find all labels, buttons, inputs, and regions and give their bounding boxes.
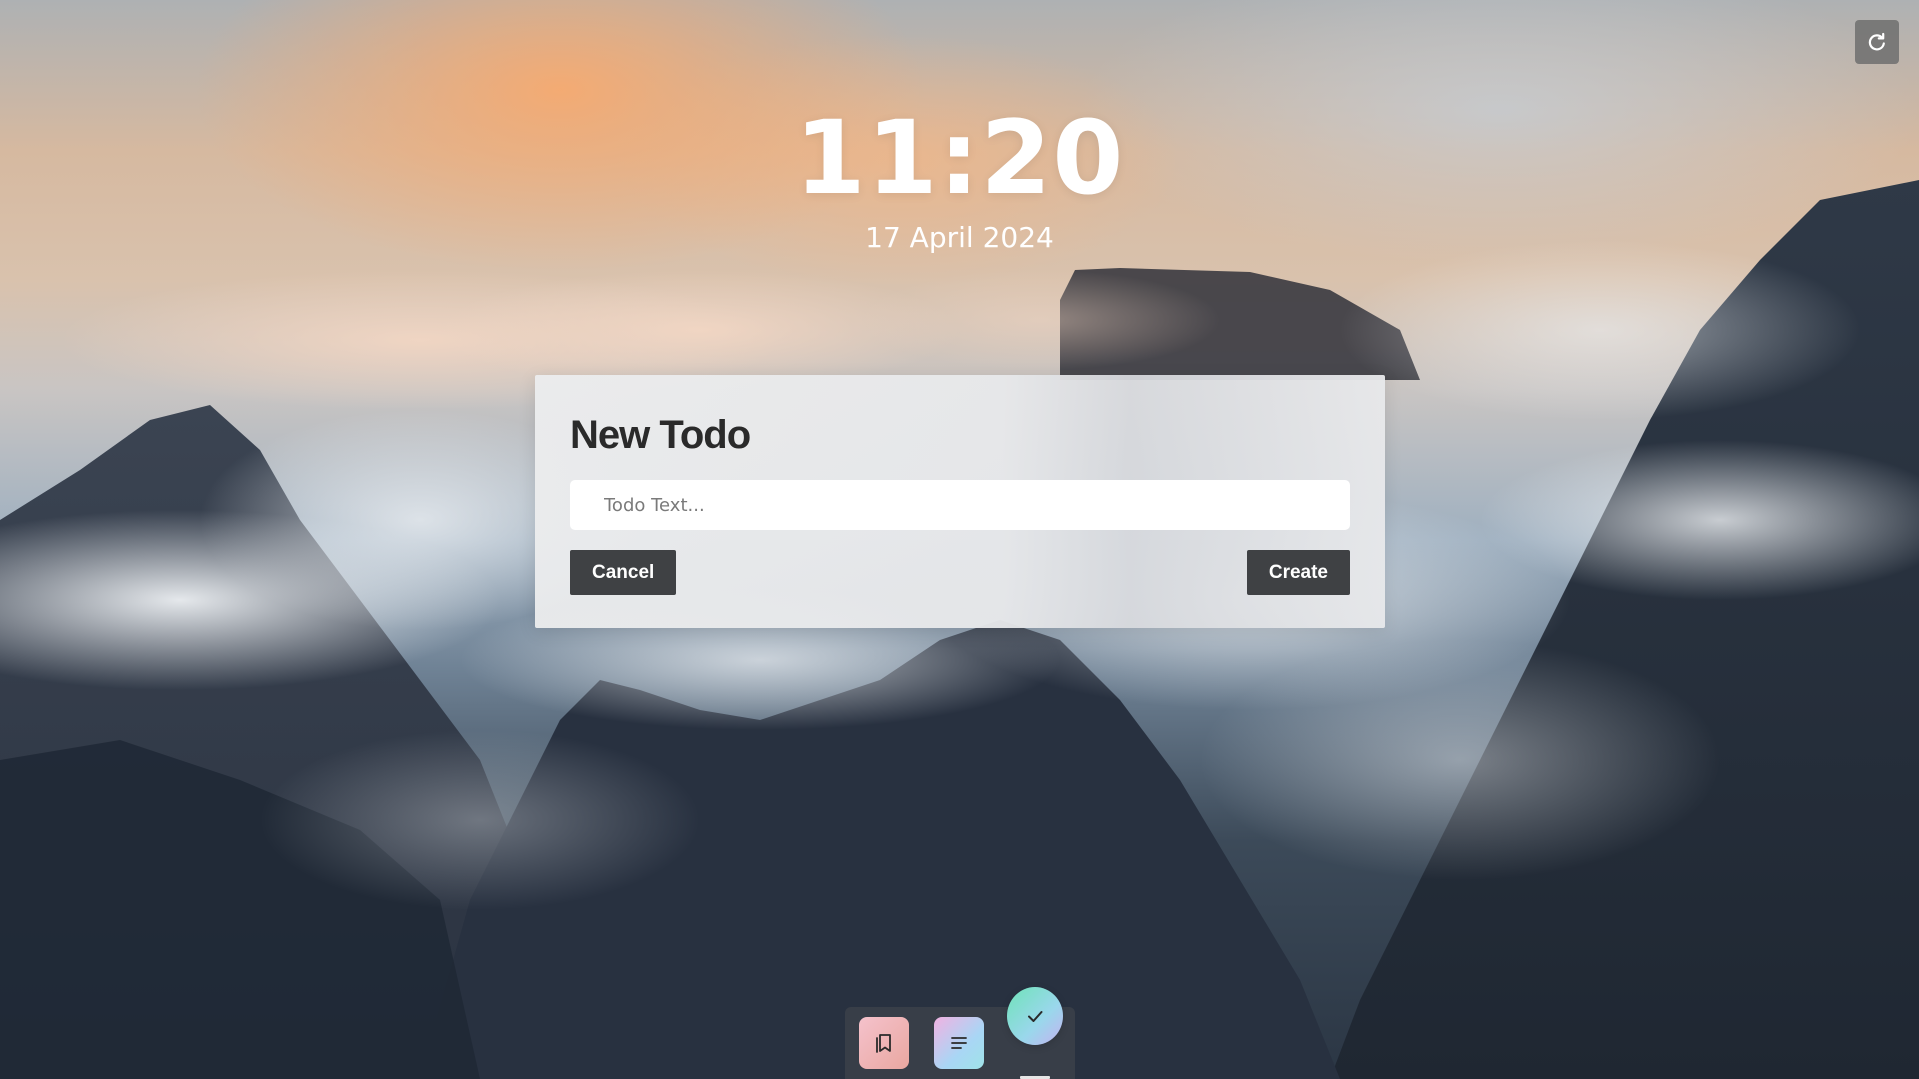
refresh-button[interactable] (1855, 20, 1899, 64)
lines-icon (951, 1037, 967, 1049)
dialog-title: New Todo (570, 413, 751, 457)
create-button[interactable]: Create (1246, 550, 1350, 595)
new-todo-dialog: New Todo Cancel Create (535, 375, 1385, 628)
refresh-icon (1868, 32, 1885, 51)
dialog-actions: Cancel Create (570, 550, 1350, 595)
clock-date: 17 April 2024 (865, 221, 1054, 254)
todo-text-input[interactable] (570, 480, 1350, 530)
check-icon (1028, 1011, 1043, 1022)
bookmark-icon (876, 1034, 891, 1053)
dock (845, 987, 1075, 1079)
clock-time: 11:20 (794, 99, 1125, 218)
dock-app-notes[interactable] (934, 1017, 984, 1069)
desktop: 11:20 17 April 2024 New Todo Cancel Crea… (0, 0, 1919, 1079)
dock-app-bookmarks[interactable] (859, 1017, 909, 1069)
cancel-button[interactable]: Cancel (570, 550, 677, 595)
dock-app-todo[interactable] (1007, 987, 1063, 1045)
